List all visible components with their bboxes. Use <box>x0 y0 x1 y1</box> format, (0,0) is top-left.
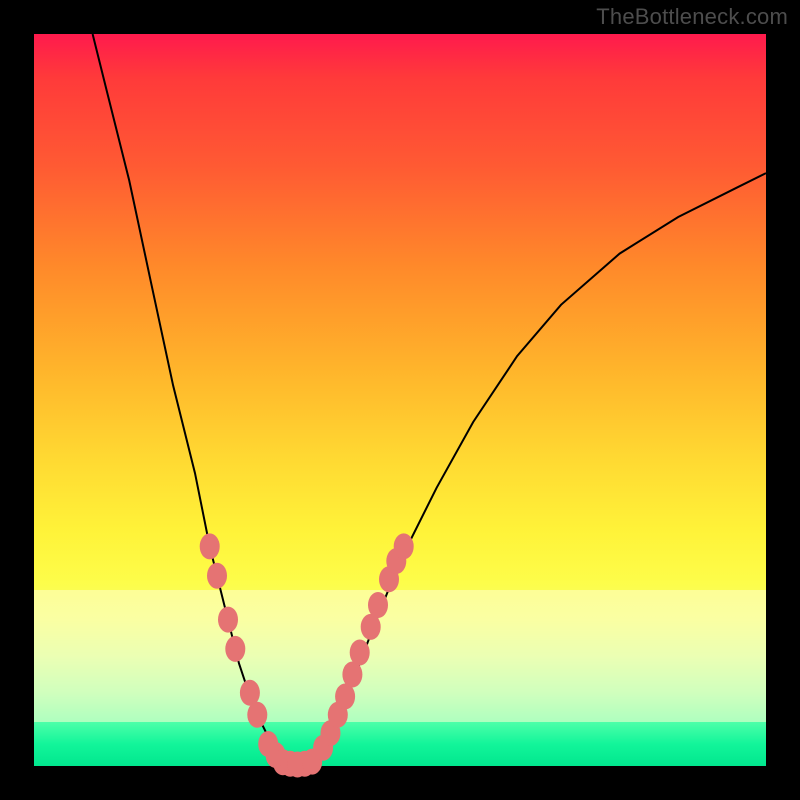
watermark-text: TheBottleneck.com <box>596 4 788 30</box>
chart-svg <box>34 34 766 766</box>
bottleneck-curve <box>93 34 766 766</box>
curve-marker <box>225 636 245 662</box>
curve-marker <box>350 640 370 666</box>
curve-marker <box>218 607 238 633</box>
curve-marker <box>247 702 267 728</box>
chart-frame: TheBottleneck.com <box>0 0 800 800</box>
curve-marker <box>394 533 414 559</box>
curve-marker <box>207 563 227 589</box>
curve-marker <box>368 592 388 618</box>
marker-group <box>200 533 414 777</box>
curve-marker <box>200 533 220 559</box>
plot-area <box>34 34 766 766</box>
